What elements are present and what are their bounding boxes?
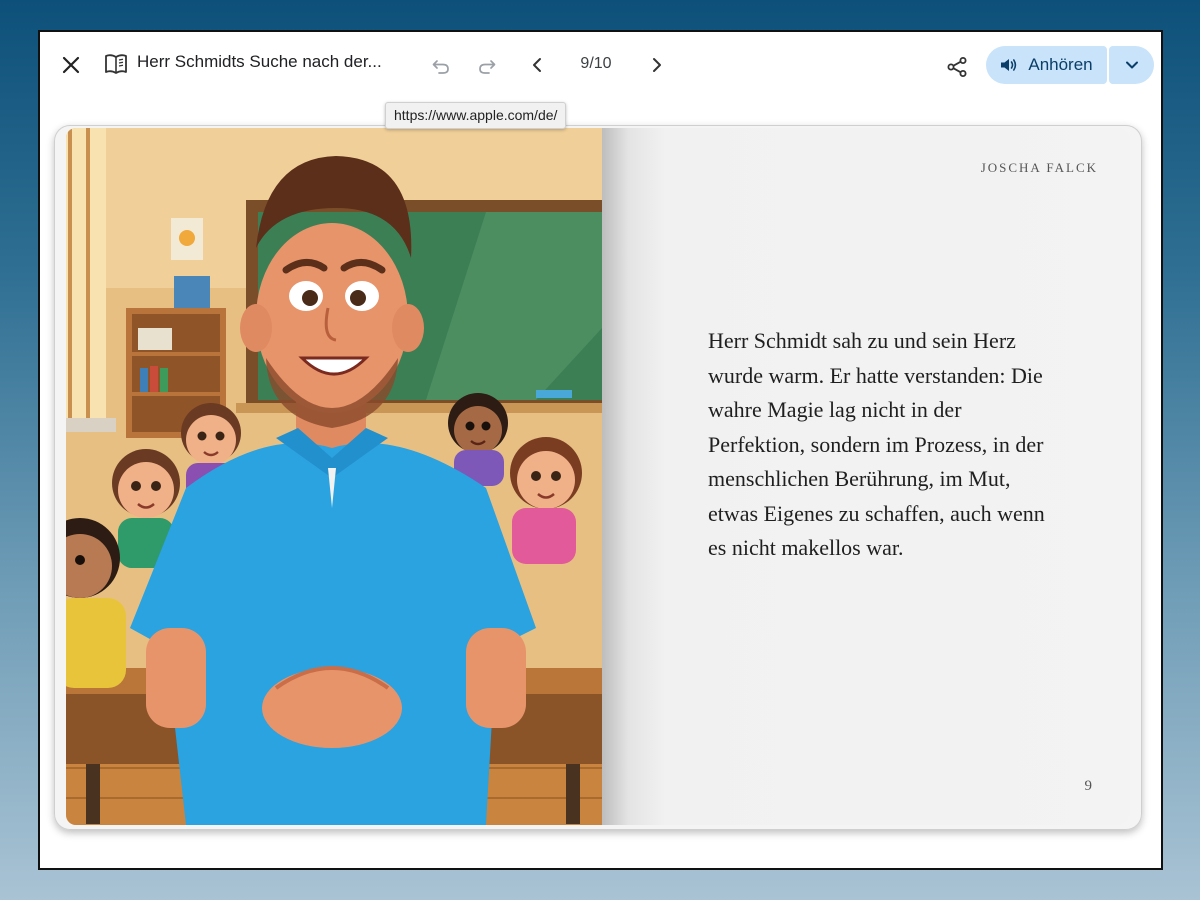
book-spread: JOSCHA FALCK Herr Schmidt sah zu und sei…: [54, 125, 1142, 830]
speaker-icon: [1001, 59, 1017, 71]
chevron-down-icon: [1125, 61, 1138, 69]
listen-button[interactable]: Anhören: [986, 46, 1107, 84]
share-button[interactable]: [940, 50, 974, 84]
text-page: JOSCHA FALCK Herr Schmidt sah zu und sei…: [602, 128, 1130, 825]
classroom-teacher-illustration: [66, 128, 602, 825]
next-page-button[interactable]: [642, 50, 672, 80]
author-name: JOSCHA FALCK: [980, 160, 1098, 175]
chevron-left-icon: [533, 58, 541, 72]
undo-button[interactable]: [426, 52, 456, 82]
story-text: Herr Schmidt sah zu und sein Herz wurde …: [708, 328, 1045, 560]
listen-options-dropdown[interactable]: [1109, 46, 1154, 84]
redo-button[interactable]: [472, 52, 502, 82]
open-book-icon: [105, 54, 127, 74]
illustration-page: [66, 128, 602, 825]
book-title: Herr Schmidts Suche nach der...: [137, 52, 382, 71]
listen-label: Anhören: [1028, 55, 1093, 74]
previous-page-button[interactable]: [522, 50, 552, 80]
undo-icon: [432, 60, 449, 74]
link-tooltip: https://www.apple.com/de/: [385, 102, 567, 129]
page-number: 9: [1084, 778, 1093, 794]
page-counter: 9/10: [580, 55, 612, 72]
close-icon: [62, 56, 80, 74]
chevron-right-icon: [653, 58, 661, 72]
redo-icon: [479, 60, 496, 74]
close-button[interactable]: [54, 48, 88, 82]
reader-window: Herr Schmidts Suche nach der... 9/10 Anh…: [38, 30, 1163, 870]
share-icon: [947, 57, 967, 77]
toolbar: Herr Schmidts Suche nach der... 9/10 Anh…: [40, 32, 1161, 102]
